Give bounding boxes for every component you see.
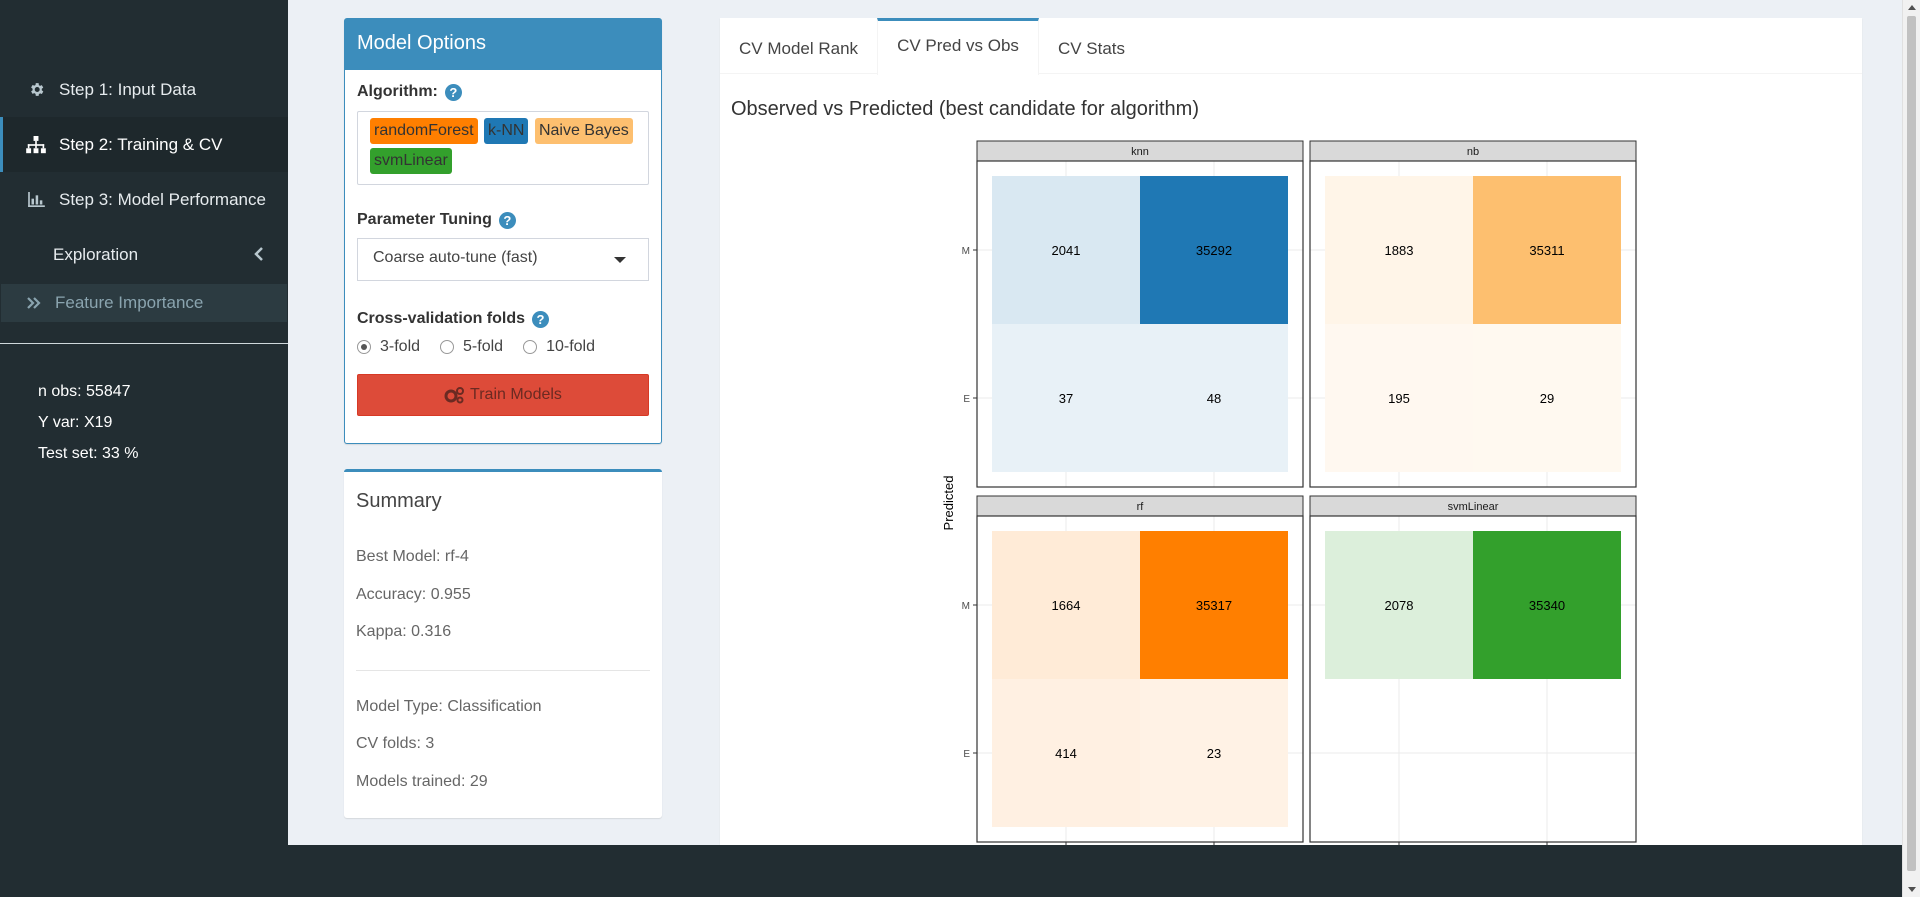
facet-label: svmLinear [1448,501,1499,513]
page-scrollbar[interactable] [1902,0,1920,897]
train-models-label: Train Models [470,386,562,403]
bar-chart-icon [25,189,47,211]
cv-folds-radio-group: 3-fold 5-fold 10-fold [357,338,649,356]
radio-3-fold[interactable]: 3-fold [357,338,420,356]
parameter-tuning-label-text: Parameter Tuning [357,211,492,228]
sidebar-item-exploration[interactable]: Exploration [0,227,288,282]
scroll-up-icon[interactable] [1908,5,1916,10]
cell-value-label: 2078 [1385,598,1414,613]
algorithm-label-text: Algorithm: [357,83,438,100]
algorithm-multiselect[interactable]: randomForest k-NN Naive Bayes svmLinear [357,111,649,185]
facet-label: nb [1467,146,1479,158]
cell-value-label: 48 [1207,391,1221,406]
sidebar-subitem-label: Feature Importance [55,293,204,312]
n-obs-text: n obs: 55847 [38,383,131,400]
radio-circle[interactable] [523,340,538,354]
sidebar-item-model-performance[interactable]: Step 3: Model Performance [0,172,288,227]
scrollbar-thumb[interactable] [1907,16,1916,871]
algorithm-tag-randomforest[interactable]: randomForest [370,118,478,144]
cell-value-label: 37 [1059,391,1073,406]
sidebar-item-training-cv[interactable]: Step 2: Training & CV [0,117,288,172]
sidebar-item-label: Step 1: Input Data [59,79,197,99]
caret-down-icon [614,257,626,263]
gears-icon [444,386,466,404]
model-type-text: Model Type: Classification [356,698,542,715]
cv-folds-label-text: Cross-validation folds [357,310,526,327]
algorithm-tag-svmlinear[interactable]: svmLinear [370,148,452,174]
models-trained-text: Models trained: 29 [356,773,488,790]
confusion-matrix-plot: knn 2041 35292 37 48 M Enb 1883 35311 195 29 rf 1664… [941,140,1637,876]
sidebar-item-label: Step 2: Training & CV [59,134,223,154]
cell-value-label: 414 [1055,746,1077,761]
y-tick-label: M [962,601,970,612]
model-options-title: Model Options [345,19,661,70]
sidebar-menu: Step 1: Input Data Step 2: Training & CV… [0,62,288,322]
test-set-text: Test set: 33 % [38,445,139,462]
cell-value-label: 2041 [1052,243,1081,258]
cell-value-label: 1664 [1052,598,1081,613]
algorithm-label: Algorithm: ? [357,83,649,101]
cv-folds-text: CV folds: 3 [356,735,435,752]
summary-divider [356,670,650,671]
double-angle-right-icon [27,297,41,309]
sidebar-item-input-data[interactable]: Step 1: Input Data [0,62,288,117]
summary-box: Summary Best Model: rf-4 Accuracy: 0.955… [344,469,662,818]
summary-title: Summary [356,490,442,512]
algorithm-tag-knn[interactable]: k-NN [484,118,529,144]
parameter-tuning-label: Parameter Tuning ? [357,211,649,229]
cell-value-label: 1883 [1385,243,1414,258]
radio-10-fold[interactable]: 10-fold [523,338,595,356]
cell-value-label: 35340 [1529,598,1565,613]
radio-label: 5-fold [463,338,504,355]
cell-value-label: 29 [1540,391,1554,406]
chevron-left-icon [254,246,264,266]
help-icon[interactable]: ? [532,310,550,328]
help-icon[interactable]: ? [444,83,462,101]
train-models-button[interactable]: Train Models [357,374,649,416]
cell-value-label: 35317 [1196,598,1232,613]
y-tick-label: M [962,246,970,257]
cell-value-label: 35292 [1196,243,1232,258]
radio-label: 10-fold [546,338,595,355]
sidebar-item-feature-importance[interactable]: Feature Importance [1,284,287,322]
parameter-tuning-value: Coarse auto-tune (fast) [373,249,538,266]
cell-value-label: 35311 [1529,243,1564,258]
cell-value-label: 23 [1207,746,1221,761]
radio-label: 3-fold [380,338,421,355]
y-tick-label: E [963,394,970,405]
sidebar-divider [0,343,288,344]
radio-5-fold[interactable]: 5-fold [440,338,503,356]
kappa-text: Kappa: 0.316 [356,623,452,640]
help-icon[interactable]: ? [498,211,516,229]
footer [288,845,1902,897]
sidebar-item-label: Exploration [53,244,139,264]
cv-folds-label: Cross-validation folds ? [357,310,649,328]
facet-label: rf [1137,501,1145,513]
y-var-text: Y var: X19 [38,414,113,431]
algorithm-tag-naive-bayes[interactable]: Naive Bayes [534,118,633,144]
y-axis-title: Predicted [941,476,956,531]
y-tick-label: E [963,749,970,760]
gear-icon [25,79,47,101]
scroll-down-icon[interactable] [1908,887,1916,892]
best-model-text: Best Model: rf-4 [356,548,469,565]
accuracy-text: Accuracy: 0.955 [356,586,471,603]
facet-label: knn [1131,146,1149,158]
model-options-box: Model Options Algorithm: ? randomForest … [344,18,662,444]
results-tab-panel: CV Model Rank CV Pred vs Obs CV Stats Ob… [720,18,1862,897]
parameter-tuning-select[interactable]: Coarse auto-tune (fast) [357,238,649,281]
sitemap-icon [25,134,47,156]
cell-value-label: 195 [1388,391,1410,406]
sidebar-item-label: Step 3: Model Performance [59,189,266,209]
sidebar: Step 1: Input Data Step 2: Training & CV… [0,0,288,897]
radio-circle[interactable] [357,340,371,354]
radio-circle[interactable] [440,340,455,354]
